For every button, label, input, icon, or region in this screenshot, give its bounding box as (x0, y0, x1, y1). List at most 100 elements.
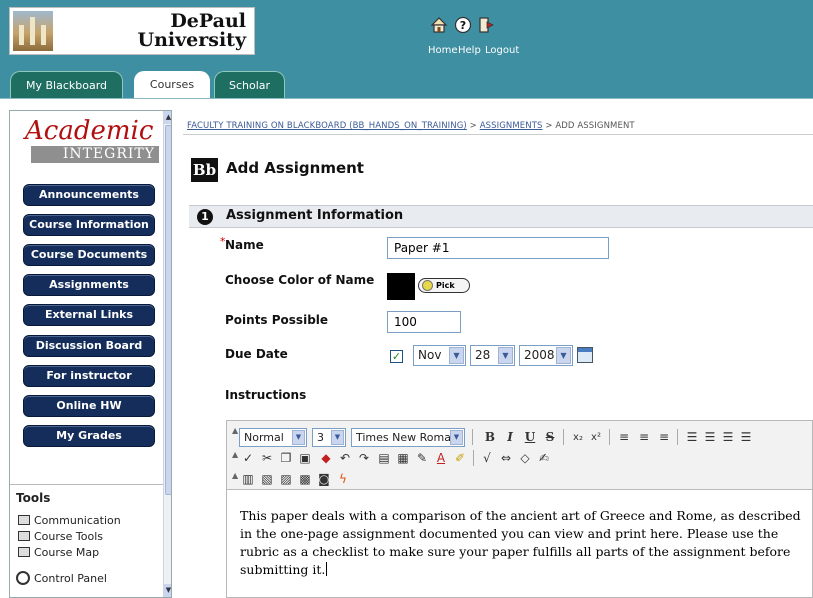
home-link[interactable]: Home (428, 45, 458, 56)
font-color-icon[interactable]: A (434, 451, 448, 466)
nav-my-grades[interactable]: My Grades (23, 425, 155, 447)
due-date-checkbox[interactable]: ✓ (390, 350, 403, 363)
nav-announcements[interactable]: Announcements (23, 184, 155, 206)
underline-icon[interactable]: U (523, 430, 537, 445)
align-left-icon[interactable]: ≡ (617, 430, 631, 445)
control-panel-icon (16, 571, 30, 585)
pick-color-button[interactable]: Pick (418, 278, 470, 293)
step-number: 1 (197, 209, 213, 225)
highlight-icon[interactable]: ✐ (453, 451, 467, 466)
link-icon[interactable]: ◆ (319, 451, 333, 466)
blackboard-logo: Bb (191, 158, 218, 182)
control-panel-link[interactable]: Control Panel (16, 571, 107, 585)
bold-icon[interactable]: B (483, 430, 497, 445)
html-source-icon[interactable]: ◇ (518, 451, 532, 466)
copy-icon[interactable]: ❐ (279, 451, 293, 466)
tab-scholar[interactable]: Scholar (214, 71, 285, 98)
attach-file-icon[interactable]: ▥ (241, 472, 255, 487)
scroll-thumb[interactable] (165, 125, 171, 495)
flash-icon[interactable]: ϟ (336, 472, 350, 487)
due-day-select[interactable]: 28 ▼ (470, 345, 515, 366)
font-family-select[interactable]: Times New Roman ▼ (351, 428, 465, 447)
spellcheck-icon[interactable]: ✓ (241, 451, 255, 466)
breadcrumb-assignments[interactable]: ASSIGNMENTS (480, 121, 543, 131)
outdent-icon[interactable]: ☰ (739, 430, 753, 445)
course-map-icon (18, 547, 30, 557)
due-year-select[interactable]: 2008 ▼ (519, 345, 573, 366)
bullet-list-icon[interactable]: ☰ (703, 430, 717, 445)
italic-icon[interactable]: I (503, 430, 517, 445)
scroll-up-icon[interactable]: ▲ (164, 111, 171, 124)
breadcrumb-course[interactable]: FACULTY TRAINING ON BLACKBOARD (BB_HANDS… (187, 121, 467, 131)
undo-icon[interactable]: ↶ (338, 451, 352, 466)
nav-online-hw[interactable]: Online HW (23, 395, 155, 417)
image-icon[interactable]: ▤ (377, 451, 391, 466)
home-icon[interactable] (430, 16, 448, 34)
logout-icon[interactable] (478, 16, 496, 34)
color-label: Choose Color of Name (225, 273, 375, 287)
depaul-logo[interactable]: DePaul University (9, 7, 255, 55)
text-caret (326, 562, 328, 576)
superscript-icon[interactable]: x² (589, 430, 603, 445)
scroll-down-icon[interactable]: ▼ (164, 584, 171, 597)
sidebar-scrollbar[interactable]: ▲ ▼ (163, 111, 171, 597)
chevron-down-icon: ▼ (331, 430, 344, 445)
nav-assignments[interactable]: Assignments (23, 274, 155, 296)
help-icon[interactable]: ? (454, 16, 472, 34)
tools-title: Tools (16, 491, 51, 505)
nav-external-links[interactable]: External Links (23, 304, 155, 326)
help-link[interactable]: Help (458, 45, 481, 56)
insert-media-icon[interactable]: ▨ (279, 472, 293, 487)
academic-script: Academic (25, 116, 154, 146)
editor-text-area[interactable]: This paper deals with a comparison of th… (240, 507, 805, 579)
logout-link[interactable]: Logout (485, 45, 519, 56)
logo-text: DePaul University (137, 10, 246, 51)
table-icon[interactable]: ▦ (396, 451, 410, 466)
nav-course-documents[interactable]: Course Documents (23, 244, 155, 266)
paste-icon[interactable]: ▣ (298, 451, 312, 466)
chevron-down-icon: ▼ (292, 430, 305, 445)
pencil-icon[interactable]: ✎ (415, 451, 429, 466)
align-right-icon[interactable]: ≡ (657, 430, 671, 445)
communication-icon (18, 515, 30, 525)
insert-image-icon[interactable]: ▧ (260, 472, 274, 487)
tool-communication[interactable]: Communication (18, 514, 121, 527)
nav-for-instructor[interactable]: For instructor (23, 365, 155, 387)
integrity-band: INTEGRITY (31, 146, 159, 163)
format-select[interactable]: Normal ▼ (239, 428, 307, 447)
tab-courses[interactable]: Courses (134, 71, 210, 98)
breadcrumb-bar: FACULTY TRAINING ON BLACKBOARD (BB_HANDS… (183, 121, 813, 135)
redo-icon[interactable]: ↷ (357, 451, 371, 466)
chevron-down-icon: ▼ (498, 347, 513, 364)
due-date-label: Due Date (225, 347, 288, 361)
nav-discussion-board[interactable]: Discussion Board (23, 335, 155, 357)
due-month-select[interactable]: Nov ▼ (413, 345, 466, 366)
tab-my-blackboard[interactable]: My Blackboard (10, 71, 123, 98)
color-swatch[interactable] (387, 273, 415, 300)
insert-document-icon[interactable]: ▩ (298, 472, 312, 487)
course-tools-icon (18, 531, 30, 541)
edit-icon[interactable]: ✍ (537, 451, 551, 466)
insert-flash-icon[interactable]: ◙ (317, 472, 331, 487)
font-size-select[interactable]: 3 ▼ (312, 428, 346, 447)
nav-course-information[interactable]: Course Information (23, 214, 155, 236)
tool-course-tools[interactable]: Course Tools (18, 530, 103, 543)
strikethrough-icon[interactable]: S (543, 430, 557, 445)
math-icon[interactable]: √ (480, 451, 494, 466)
numbered-list-icon[interactable]: ☰ (685, 430, 699, 445)
name-input[interactable] (387, 237, 609, 259)
toolbar-grip-icon: ▲ (232, 450, 239, 459)
cut-icon[interactable]: ✂ (260, 451, 274, 466)
main-content: FACULTY TRAINING ON BLACKBOARD (BB_HANDS… (183, 110, 813, 598)
align-center-icon[interactable]: ≡ (637, 430, 651, 445)
points-input[interactable] (387, 311, 461, 333)
toolbar-grip-icon: ▲ (232, 471, 239, 480)
subscript-icon[interactable]: x₂ (571, 430, 585, 445)
calendar-icon[interactable] (577, 347, 593, 363)
academic-integrity-logo[interactable]: INTEGRITY Academic (25, 116, 163, 166)
resize-icon[interactable]: ⇔ (499, 451, 513, 466)
breadcrumb: FACULTY TRAINING ON BLACKBOARD (BB_HANDS… (187, 121, 635, 131)
course-menu: INTEGRITY Academic Announcements Course … (9, 110, 172, 598)
indent-icon[interactable]: ☰ (721, 430, 735, 445)
tool-course-map[interactable]: Course Map (18, 546, 99, 559)
